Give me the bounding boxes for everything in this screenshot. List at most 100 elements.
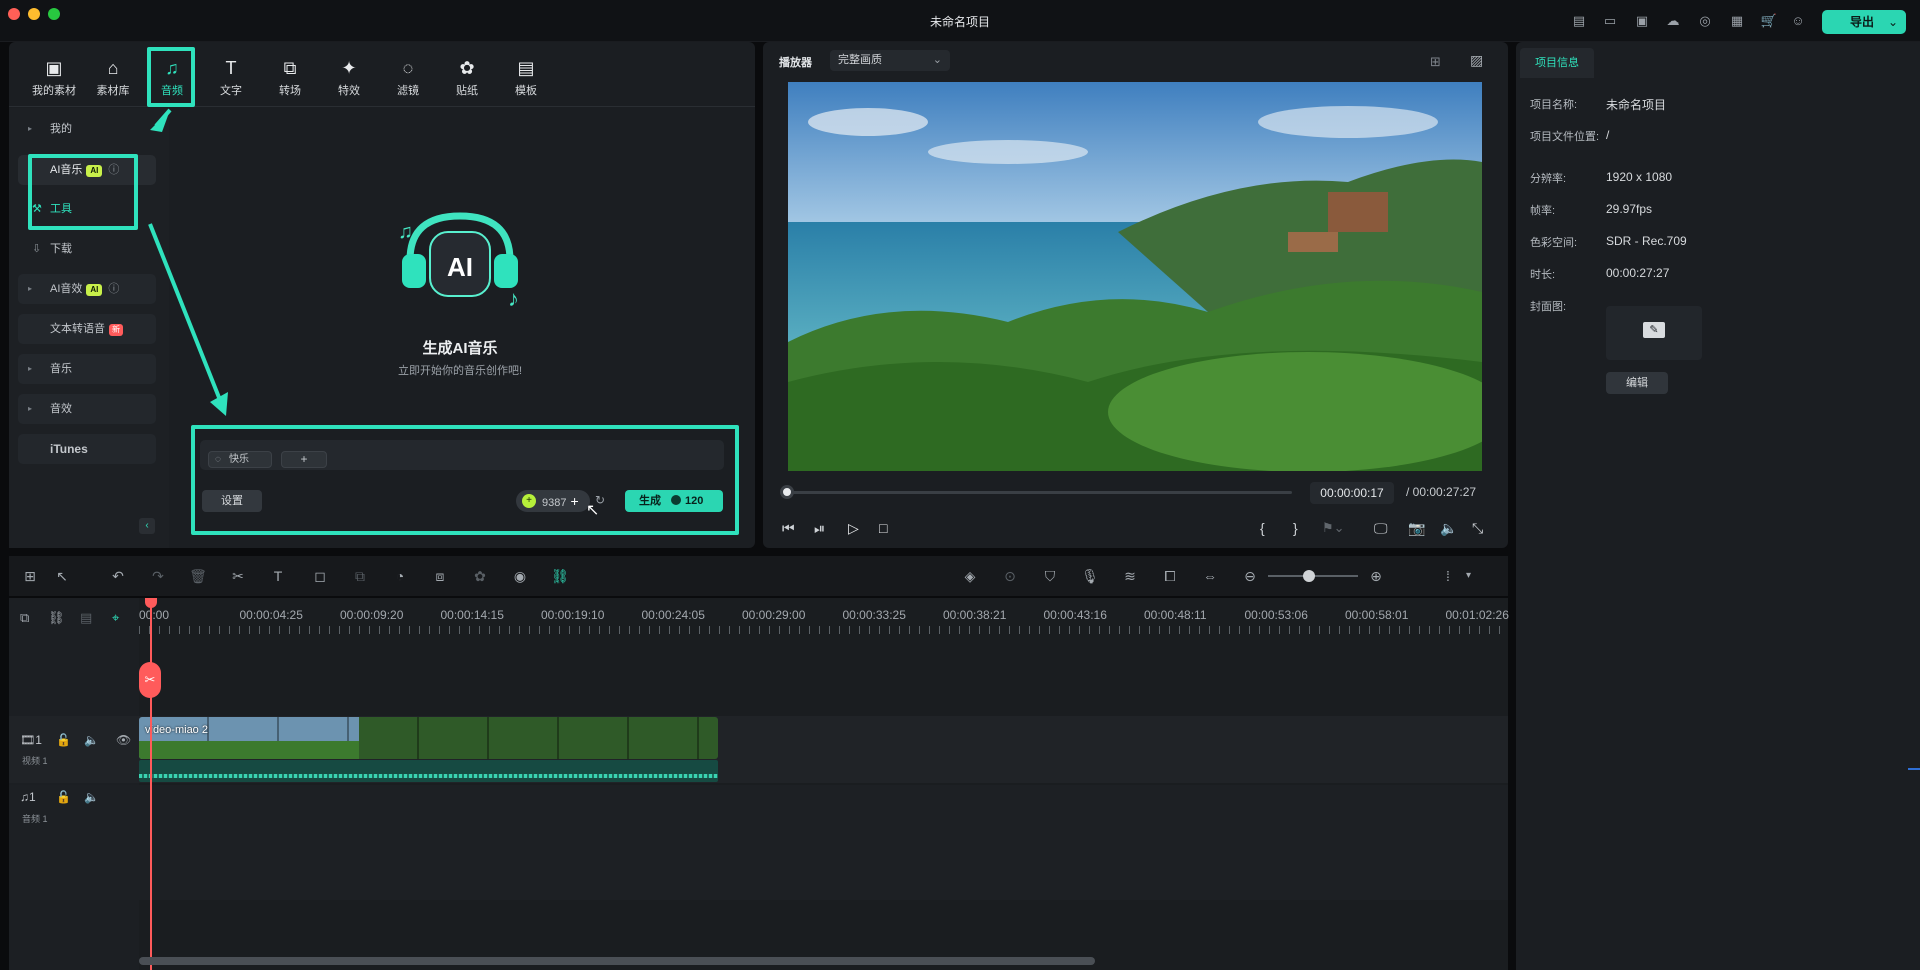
filter-icon: ◌ bbox=[402, 58, 414, 78]
save-icon[interactable]: ▣ bbox=[1633, 12, 1651, 30]
sidebar-item-sfx[interactable]: ▸ 音效 bbox=[18, 394, 156, 424]
lock-icon[interactable]: 🔓 bbox=[56, 733, 71, 747]
ai-tool-icon[interactable]: ◉ bbox=[510, 566, 530, 586]
ruler-tick-label: 00:00:19:10 bbox=[541, 608, 605, 622]
split-icon[interactable]: ✂ bbox=[228, 566, 248, 586]
speed-icon[interactable]: ◔ bbox=[390, 566, 410, 586]
shield-icon[interactable]: ⛉ bbox=[1040, 566, 1060, 586]
play-reverse-icon[interactable]: ⏯ bbox=[814, 520, 825, 537]
layout-icon[interactable]: ▭ bbox=[1601, 12, 1619, 30]
clip-name: video-miao 2 bbox=[145, 724, 208, 736]
replace-icon[interactable]: ⧈ bbox=[430, 566, 450, 586]
video-clip[interactable]: video-miao 2 bbox=[139, 717, 718, 759]
link-icon[interactable]: ⛓ bbox=[550, 566, 570, 586]
add-track-icon[interactable]: ⧉ bbox=[20, 610, 29, 626]
link-clips-icon[interactable]: ⛓ bbox=[48, 610, 65, 626]
image-view-icon[interactable]: ▨ bbox=[1470, 52, 1483, 69]
track-height-icon[interactable]: ⁞ bbox=[1438, 566, 1458, 586]
pip-icon[interactable]: ⧠ bbox=[1160, 566, 1180, 586]
layout-grid-icon[interactable]: ⊞ bbox=[20, 566, 40, 586]
sidebar-item-ai-sfx[interactable]: ▸ AI音效 AI ⓘ bbox=[18, 274, 156, 304]
grid-view-icon[interactable]: ⊞ bbox=[1430, 54, 1441, 70]
store-icon: ⌂ bbox=[107, 58, 119, 78]
microphone-icon[interactable]: 🎙 bbox=[1080, 566, 1100, 586]
zoom-slider-handle[interactable] bbox=[1303, 570, 1315, 582]
marker-icon[interactable]: ⚑⌄ bbox=[1322, 520, 1345, 536]
crop-icon[interactable]: ◻ bbox=[310, 566, 330, 586]
undo-icon[interactable]: ↶ bbox=[108, 566, 128, 586]
mark-in-icon[interactable]: { bbox=[1260, 520, 1265, 536]
export-button[interactable]: 导出 ⌄ bbox=[1822, 10, 1906, 34]
scissors-icon[interactable]: ✂ bbox=[139, 662, 161, 698]
quality-select[interactable]: 完整画质 ⌄ bbox=[830, 50, 950, 71]
edit-cover-button[interactable]: 编辑 bbox=[1606, 372, 1668, 394]
cloud-upload-icon[interactable]: ☁ bbox=[1664, 12, 1682, 30]
sidebar-item-tts[interactable]: 文本转语音新 bbox=[18, 314, 156, 344]
eye-icon[interactable]: 👁 bbox=[116, 733, 131, 747]
video-preview[interactable] bbox=[788, 82, 1482, 471]
support-icon[interactable]: ◎ bbox=[1696, 12, 1714, 30]
fit-icon[interactable]: ⇔ bbox=[1200, 566, 1220, 586]
volume-icon[interactable]: 🔈 bbox=[1440, 520, 1457, 537]
zoom-in-icon[interactable]: ⊕ bbox=[1366, 566, 1386, 586]
current-time[interactable]: 00:00:00:17 bbox=[1310, 482, 1394, 504]
render-icon[interactable]: ⊙ bbox=[1000, 566, 1020, 586]
clip-audio-waveform[interactable] bbox=[139, 760, 718, 782]
snap-icon[interactable]: ⌖ bbox=[112, 610, 119, 626]
lock-icon[interactable]: 🔓 bbox=[56, 790, 71, 804]
transform-icon[interactable]: ⧉ bbox=[350, 566, 370, 586]
timeline-area bbox=[9, 598, 1508, 970]
tab-text[interactable]: T 文字 bbox=[203, 56, 259, 106]
ruler-tick-label: 00:00:53:06 bbox=[1244, 608, 1308, 622]
ruler-tick-label: 00:01:02:26 bbox=[1445, 608, 1509, 622]
tab-templates[interactable]: ▤ 模板 bbox=[498, 56, 554, 106]
ruler-tick-label: 00:00:14:15 bbox=[440, 608, 504, 622]
tab-my-media[interactable]: ▣ 我的素材 bbox=[26, 56, 82, 106]
chevron-down-icon[interactable]: ▾ bbox=[1466, 570, 1471, 581]
text-tool-icon[interactable]: T bbox=[268, 566, 288, 586]
cover-thumbnail[interactable]: ✎ bbox=[1606, 306, 1702, 360]
smart-cut-icon[interactable]: ◈ bbox=[960, 566, 980, 586]
ruler-tick-label: 00:00:33:25 bbox=[842, 608, 906, 622]
tab-stickers[interactable]: ✿ 贴纸 bbox=[439, 56, 495, 106]
scrubber-handle[interactable] bbox=[780, 485, 795, 499]
project-info-icon[interactable]: ▤ bbox=[1570, 12, 1588, 30]
zoom-out-icon[interactable]: ⊖ bbox=[1240, 566, 1260, 586]
tab-filters[interactable]: ◌ 滤镜 bbox=[380, 56, 436, 106]
timeline-horizontal-scrollbar[interactable] bbox=[139, 957, 1095, 965]
ruler-ticks bbox=[139, 626, 1508, 634]
snapshot-icon[interactable]: 📷 bbox=[1408, 520, 1425, 537]
mark-out-icon[interactable]: } bbox=[1293, 520, 1298, 536]
cart-icon[interactable]: 🛒 bbox=[1760, 12, 1778, 30]
sidebar-item-itunes[interactable]: iTunes bbox=[18, 434, 156, 464]
mute-icon[interactable]: 🔈 bbox=[84, 733, 99, 747]
group-icon[interactable]: ▤ bbox=[80, 610, 92, 626]
redo-icon[interactable]: ↷ bbox=[148, 566, 168, 586]
audio-mix-icon[interactable]: ≋ bbox=[1120, 566, 1140, 586]
fullscreen-icon[interactable]: ⤡ bbox=[1472, 520, 1483, 537]
delete-icon[interactable]: 🗑 bbox=[188, 566, 208, 586]
tab-transitions[interactable]: ⧉ 转场 bbox=[262, 56, 318, 106]
tab-stock[interactable]: ⌂ 素材库 bbox=[85, 56, 141, 106]
stop-icon[interactable]: □ bbox=[879, 520, 887, 536]
chevron-down-icon: ⌄ bbox=[932, 54, 942, 66]
sidebar-item-download[interactable]: ⇩ 下载 bbox=[18, 234, 156, 264]
tab-audio[interactable]: ♫ 音频 bbox=[144, 56, 200, 106]
tab-label: 模板 bbox=[515, 85, 537, 97]
grid-apps-icon[interactable]: ▦ bbox=[1728, 12, 1746, 30]
prev-frame-icon[interactable]: ⏮ bbox=[782, 520, 795, 537]
color-icon[interactable]: ✿ bbox=[470, 566, 490, 586]
playhead[interactable] bbox=[150, 598, 152, 970]
play-icon[interactable]: ▷ bbox=[848, 520, 859, 537]
tab-effects[interactable]: ✦ 特效 bbox=[321, 56, 377, 106]
display-icon[interactable]: 🖵 bbox=[1374, 520, 1388, 537]
select-tool-icon[interactable]: ↖ bbox=[52, 566, 72, 586]
sidebar-item-mine[interactable]: ▸ 我的 bbox=[18, 114, 156, 144]
playback-scrubber[interactable] bbox=[782, 491, 1292, 494]
ai-music-illustration: AI ♫ ♪ bbox=[380, 198, 540, 326]
tab-project-info[interactable]: 项目信息 bbox=[1520, 48, 1594, 78]
collapse-sidebar-button[interactable]: ‹ bbox=[139, 518, 155, 534]
account-icon[interactable]: ☺ bbox=[1789, 12, 1807, 30]
sidebar-item-music[interactable]: ▸ 音乐 bbox=[18, 354, 156, 384]
mute-icon[interactable]: 🔈 bbox=[84, 790, 99, 804]
